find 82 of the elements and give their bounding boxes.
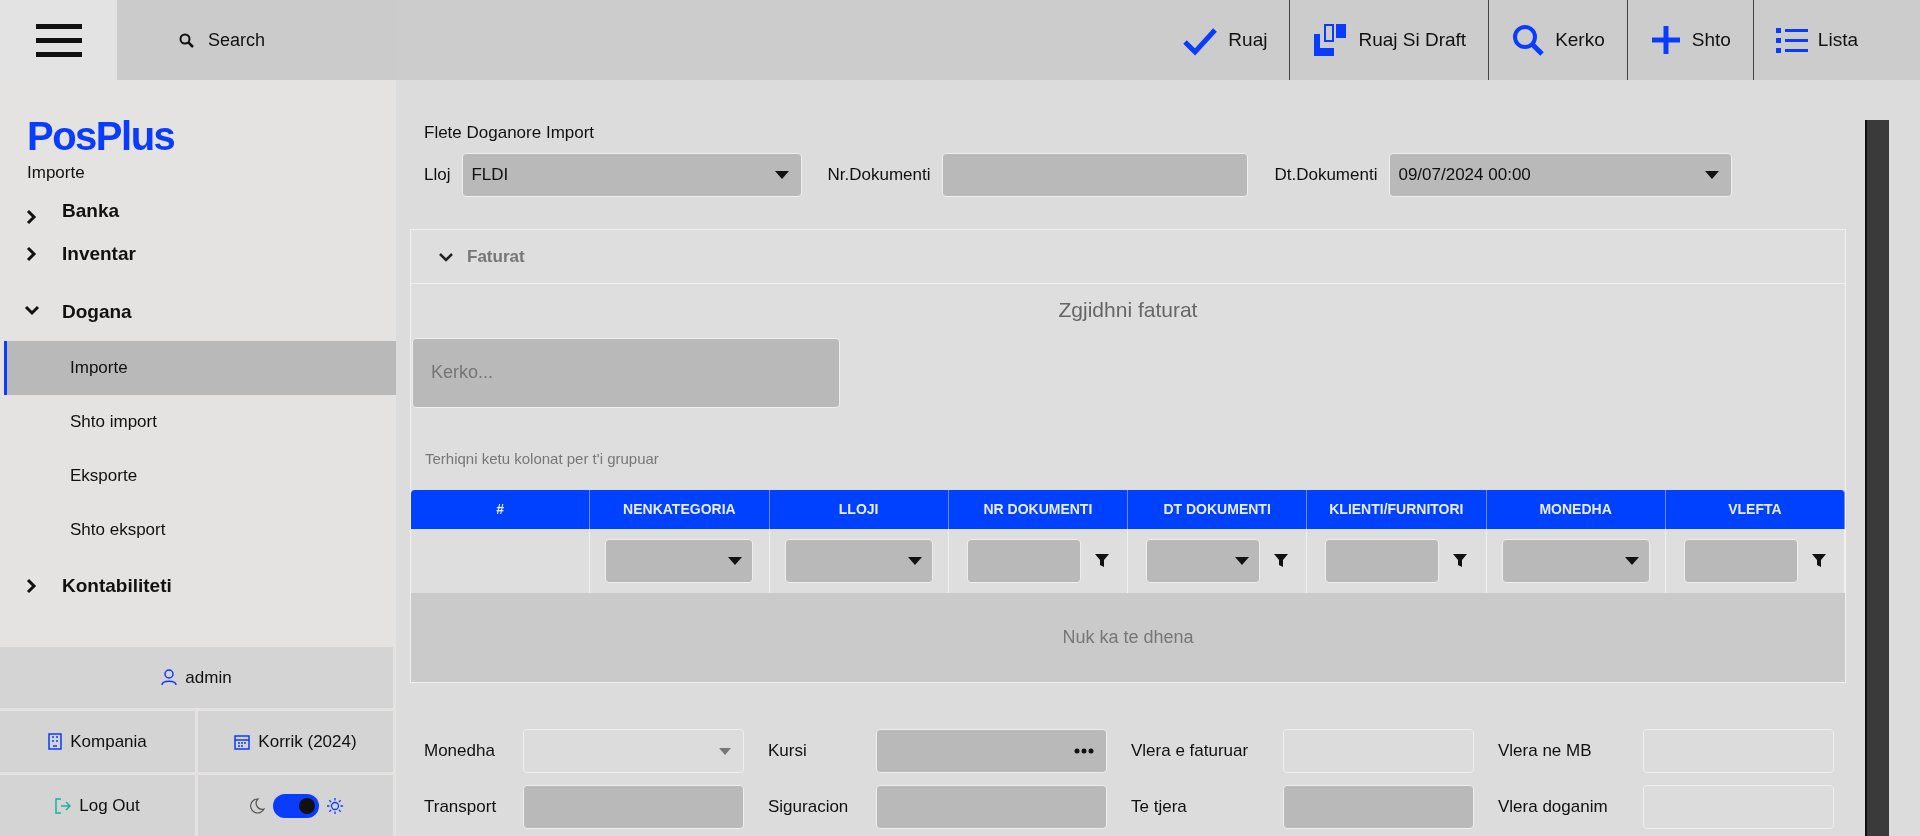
caret-icon bbox=[907, 557, 922, 565]
toolbar-button[interactable]: Ruaj Si Draft bbox=[1289, 0, 1489, 80]
company-button[interactable]: Kompania bbox=[0, 711, 195, 772]
field-label: Transport bbox=[424, 796, 498, 819]
dropdown-field[interactable] bbox=[523, 729, 744, 773]
filter-dropdown[interactable] bbox=[605, 539, 754, 583]
field-label: Te tjera bbox=[1130, 796, 1188, 819]
menu-group[interactable]: Kontabiliteti bbox=[0, 557, 396, 615]
list-icon bbox=[1775, 26, 1808, 54]
field-label: Lloj bbox=[424, 164, 451, 187]
menu-item[interactable]: Eksporte bbox=[4, 449, 396, 503]
filter-field[interactable] bbox=[966, 539, 1081, 583]
period-button[interactable]: Korrik (2024) bbox=[198, 711, 393, 772]
form-title: Flete Doganore Import bbox=[424, 122, 596, 144]
building-icon bbox=[48, 733, 63, 750]
field-label: Nr.Dokumenti bbox=[827, 164, 931, 187]
menu-group[interactable]: Dogana bbox=[0, 283, 396, 341]
group-hint: Terhiqni ketu kolonat per t'i grupuar bbox=[424, 448, 660, 469]
filter-icon[interactable] bbox=[1274, 554, 1289, 568]
dropdown-field[interactable]: FLDI bbox=[462, 153, 803, 197]
filter-dropdown[interactable] bbox=[784, 539, 933, 583]
caret-icon bbox=[1624, 557, 1639, 565]
more-icon bbox=[1074, 748, 1094, 754]
filter-dropdown[interactable] bbox=[1501, 539, 1650, 583]
caret-icon bbox=[1705, 171, 1720, 179]
filter-field[interactable] bbox=[1683, 539, 1798, 583]
toolbar-button[interactable]: Lista bbox=[1752, 0, 1880, 80]
field-label: Vlera ne MB bbox=[1497, 740, 1593, 763]
search-icon bbox=[179, 32, 194, 48]
filter-dropdown[interactable] bbox=[1146, 539, 1261, 583]
menu-group[interactable]: Inventar bbox=[0, 225, 396, 283]
filter-icon[interactable] bbox=[1094, 554, 1109, 568]
caret-icon bbox=[1235, 557, 1250, 565]
dropdown-field[interactable]: 09/07/2024 00:00 bbox=[1389, 153, 1733, 197]
page-subtitle: Importe bbox=[26, 164, 86, 181]
documents-icon bbox=[1312, 22, 1349, 58]
user-button[interactable]: admin bbox=[0, 647, 393, 708]
toolbar-button[interactable]: Kerko bbox=[1488, 0, 1627, 80]
search-field[interactable]: Kerko... bbox=[412, 337, 840, 408]
section-heading: Zgjidhni faturat bbox=[1057, 297, 1199, 323]
moon-icon bbox=[248, 797, 265, 814]
caret-icon bbox=[719, 747, 731, 755]
caret-icon bbox=[728, 557, 743, 565]
plus-icon bbox=[1649, 24, 1682, 56]
theme-toggle[interactable] bbox=[272, 793, 319, 818]
logout-icon bbox=[55, 797, 72, 814]
column-header[interactable]: KLIENTI/FURNITORI bbox=[1307, 490, 1487, 529]
input-field[interactable] bbox=[942, 153, 1249, 197]
filter-icon[interactable] bbox=[1811, 554, 1826, 568]
field-label: Dt.Dokumenti bbox=[1274, 164, 1378, 187]
menu-item[interactable]: Importe bbox=[4, 341, 396, 395]
toolbar-button[interactable]: Ruaj bbox=[1160, 0, 1290, 80]
field-label: Siguracion bbox=[767, 796, 850, 819]
field-label: Vlera doganim bbox=[1497, 796, 1609, 819]
brand-logo: PosPlus bbox=[26, 113, 176, 158]
logout-button[interactable]: Log Out bbox=[0, 775, 195, 836]
calendar-icon bbox=[234, 733, 251, 750]
field-label: Vlera e faturuar bbox=[1130, 740, 1250, 763]
filter-icon[interactable] bbox=[1453, 554, 1468, 568]
search-icon bbox=[1511, 23, 1546, 57]
menu-icon bbox=[35, 23, 82, 57]
menu-item[interactable]: Shto import bbox=[4, 395, 396, 449]
scrollbar[interactable] bbox=[1865, 120, 1889, 836]
column-header[interactable]: NR DOKUMENTI bbox=[948, 490, 1128, 529]
column-header[interactable]: MONEDHA bbox=[1486, 490, 1666, 529]
caret-icon bbox=[775, 171, 790, 179]
search-button[interactable]: Search bbox=[117, 0, 396, 80]
column-header[interactable]: NENKATEGORIA bbox=[590, 490, 770, 529]
column-header[interactable]: LLOJI bbox=[769, 490, 949, 529]
menu-group[interactable]: Banka bbox=[0, 193, 396, 225]
filter-field[interactable] bbox=[1325, 539, 1440, 583]
column-header[interactable]: # bbox=[411, 490, 591, 529]
empty-message: Nuk ka te dhena bbox=[411, 593, 1845, 682]
column-header[interactable]: DT DOKUMENTI bbox=[1128, 490, 1308, 529]
sun-icon bbox=[326, 797, 343, 814]
menu-item[interactable]: Shto eksport bbox=[4, 503, 396, 557]
menu-button[interactable] bbox=[0, 0, 117, 80]
column-header[interactable]: VLEFTA bbox=[1665, 490, 1845, 529]
user-icon bbox=[161, 669, 178, 686]
field-label: Kursi bbox=[767, 740, 808, 763]
toolbar-button[interactable]: Shto bbox=[1626, 0, 1753, 80]
field-label: Monedha bbox=[424, 740, 496, 763]
